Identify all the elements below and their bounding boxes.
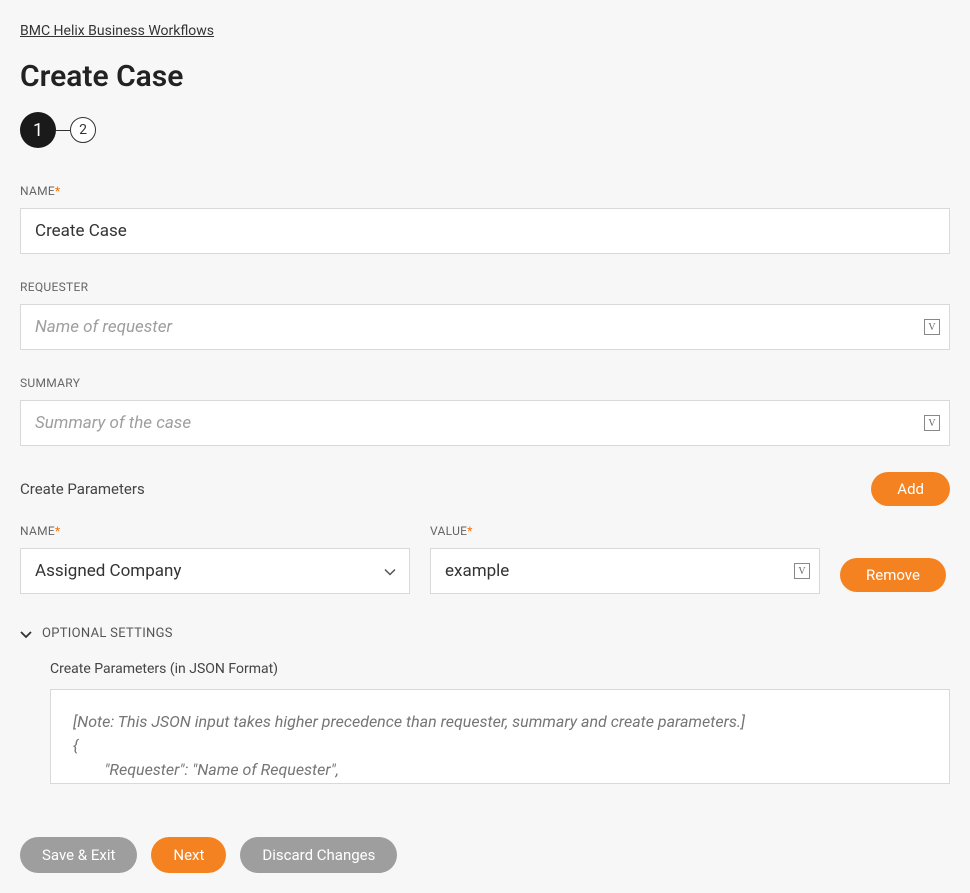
add-button[interactable]: Add [871,472,950,506]
name-input[interactable] [20,208,950,254]
param-value-label: VALUE* [430,524,820,538]
optional-settings-toggle[interactable]: OPTIONAL SETTINGS [20,624,950,643]
summary-label: SUMMARY [20,376,950,390]
summary-input[interactable] [20,400,950,446]
variable-picker-icon[interactable]: V [794,563,810,579]
next-button[interactable]: Next [151,837,226,873]
breadcrumb-link[interactable]: BMC Helix Business Workflows [20,23,214,39]
stepper: 1 2 [20,112,950,148]
step-2[interactable]: 2 [70,117,96,143]
json-params-textarea[interactable] [50,689,950,784]
requester-input[interactable] [20,304,950,350]
requester-label: REQUESTER [20,280,950,294]
discard-button[interactable]: Discard Changes [240,837,397,873]
variable-picker-icon[interactable]: V [924,415,940,431]
variable-picker-icon[interactable]: V [924,319,940,335]
name-label: NAME* [20,184,950,198]
param-name-label: NAME* [20,524,410,538]
remove-button[interactable]: Remove [840,558,946,592]
json-params-label: Create Parameters (in JSON Format) [50,661,950,677]
param-value-input[interactable] [430,548,820,594]
create-params-title: Create Parameters [20,480,145,498]
param-name-select[interactable] [20,548,410,594]
page-title: Create Case [20,59,950,94]
step-connector [56,130,70,131]
save-exit-button[interactable]: Save & Exit [20,837,137,873]
chevron-down-icon [20,624,32,643]
optional-settings-label: OPTIONAL SETTINGS [42,626,173,641]
step-1[interactable]: 1 [20,112,56,148]
